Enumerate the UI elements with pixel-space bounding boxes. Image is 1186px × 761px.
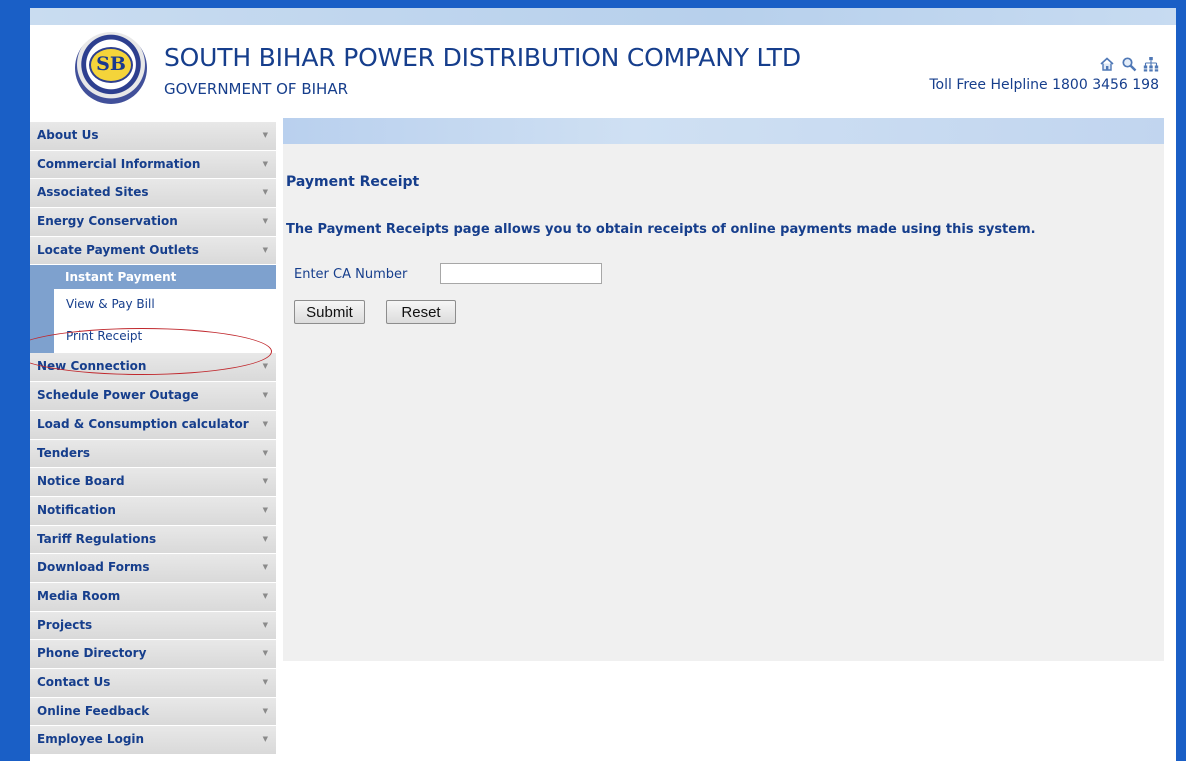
dropdown-arrow-icon: ▼ [262, 706, 268, 715]
sidebar-item-label: Phone Directory [37, 646, 147, 661]
dropdown-arrow-icon: ▼ [262, 591, 268, 600]
search-icon[interactable] [1121, 56, 1137, 72]
sidebar-item-media-room[interactable]: Media Room ▼ [30, 582, 276, 612]
sidebar-item-label: Associated Sites [37, 185, 149, 200]
dropdown-arrow-icon: ▼ [262, 188, 268, 197]
sidebar-item-label: Media Room [37, 588, 121, 603]
home-icon[interactable] [1099, 56, 1115, 72]
sidebar-item-label: Energy Conservation [37, 214, 178, 229]
sidebar-item-schedule-power-outage[interactable]: Schedule Power Outage ▼ [30, 382, 276, 411]
helpline-text: Toll Free Helpline 1800 3456 198 [929, 77, 1159, 93]
submenu-row: Print Receipt [30, 321, 276, 354]
dropdown-arrow-icon: ▼ [262, 448, 268, 457]
sidebar-item-label: Download Forms [37, 560, 150, 575]
ca-number-label: Enter CA Number [294, 267, 408, 282]
panel-header-band [283, 118, 1164, 144]
government-name: GOVERNMENT OF BIHAR [164, 80, 348, 98]
company-logo: SB [75, 32, 147, 104]
top-strip [30, 8, 1176, 25]
sidebar-item-load-consumption-calculator[interactable]: Load & Consumption calculator ▼ [30, 410, 276, 440]
submenu-link-view-pay-bill[interactable]: View & Pay Bill [66, 289, 155, 319]
sidebar-item-locate-payment-outlets[interactable]: Locate Payment Outlets ▼ [30, 236, 276, 266]
ca-number-input[interactable] [440, 263, 602, 284]
dropdown-arrow-icon: ▼ [262, 419, 268, 428]
page-frame: SB SOUTH BIHAR POWER DISTRIBUTION COMPAN… [30, 8, 1176, 761]
sidebar-item-associated-sites[interactable]: Associated Sites ▼ [30, 179, 276, 209]
sidebar-menu: About Us ▼ Commercial Information ▼ Associ… [30, 122, 276, 756]
dropdown-arrow-icon: ▼ [262, 245, 268, 254]
sidebar-item-label: New Connection [37, 359, 147, 374]
sidebar-item-label: Notice Board [37, 474, 125, 489]
sidebar-item-label: Schedule Power Outage [37, 388, 199, 403]
sidebar-item-tariff-regulations[interactable]: Tariff Regulations ▼ [30, 525, 276, 555]
sidebar-item-employee-login[interactable]: Employee Login ▼ [30, 726, 276, 756]
dropdown-arrow-icon: ▼ [262, 131, 268, 139]
dropdown-arrow-icon: ▼ [262, 217, 268, 226]
sitemap-icon[interactable] [1143, 56, 1159, 72]
company-name: SOUTH BIHAR POWER DISTRIBUTION COMPANY L… [164, 43, 801, 72]
header-icons [1099, 56, 1159, 72]
dropdown-arrow-icon: ▼ [262, 159, 268, 168]
sidebar-item-contact-us[interactable]: Contact Us ▼ [30, 669, 276, 698]
page-title: Payment Receipt [286, 174, 420, 190]
sidebar-item-label: Tenders [37, 445, 91, 460]
submenu-row: View & Pay Bill [30, 289, 276, 322]
sidebar-item-label: Commercial Information [37, 156, 201, 171]
sidebar-item-commercial-information[interactable]: Commercial Information ▼ [30, 150, 276, 180]
submit-button[interactable]: Submit [294, 300, 365, 324]
sidebar-item-label: Contact Us [37, 675, 111, 689]
sidebar-item-new-connection[interactable]: New Connection ▼ [30, 353, 276, 383]
submenu-indent-bar [30, 289, 54, 322]
dropdown-arrow-icon: ▼ [262, 477, 268, 486]
sidebar-item-tenders[interactable]: Tenders ▼ [30, 439, 276, 469]
sidebar-item-phone-directory[interactable]: Phone Directory ▼ [30, 640, 276, 669]
sidebar-item-about-us[interactable]: About Us ▼ [30, 122, 276, 151]
sidebar-item-label: Projects [37, 617, 93, 632]
dropdown-arrow-icon: ▼ [262, 362, 268, 371]
sidebar-item-label: Online Feedback [37, 703, 150, 718]
dropdown-arrow-icon: ▼ [262, 735, 268, 744]
sidebar-item-download-forms[interactable]: Download Forms ▼ [30, 554, 276, 583]
dropdown-arrow-icon: ▼ [262, 534, 268, 543]
sidebar-item-label: About Us [37, 128, 99, 142]
submenu-link-print-receipt[interactable]: Print Receipt [66, 321, 142, 351]
page-description: The Payment Receipts page allows you to … [286, 222, 1036, 237]
submenu-indent-bar [30, 321, 54, 354]
instant-payment-submenu: Instant Payment View & Pay Bill Print Re… [30, 265, 276, 354]
sidebar-item-energy-conservation[interactable]: Energy Conservation ▼ [30, 208, 276, 237]
sidebar-item-label: Load & Consumption calculator [37, 416, 249, 431]
dropdown-arrow-icon: ▼ [262, 505, 268, 514]
dropdown-arrow-icon: ▼ [262, 563, 268, 572]
logo-text: SB [89, 47, 133, 83]
sidebar-item-label: Locate Payment Outlets [37, 242, 199, 257]
sidebar-item-projects[interactable]: Projects ▼ [30, 611, 276, 641]
sidebar-item-label: Tariff Regulations [37, 531, 157, 546]
dropdown-arrow-icon: ▼ [262, 678, 268, 686]
sidebar-item-label: Notification [37, 502, 116, 517]
sidebar-item-notification[interactable]: Notification ▼ [30, 496, 276, 526]
dropdown-arrow-icon: ▼ [262, 649, 268, 658]
sidebar-item-online-feedback[interactable]: Online Feedback ▼ [30, 697, 276, 727]
dropdown-arrow-icon: ▼ [262, 391, 268, 400]
main-panel: Payment Receipt The Payment Receipts pag… [283, 118, 1164, 661]
submenu-heading-instant-payment[interactable]: Instant Payment [30, 265, 276, 290]
reset-button[interactable]: Reset [386, 300, 456, 324]
sidebar-item-label: Employee Login [37, 732, 145, 747]
dropdown-arrow-icon: ▼ [262, 620, 268, 629]
sidebar-item-notice-board[interactable]: Notice Board ▼ [30, 468, 276, 497]
